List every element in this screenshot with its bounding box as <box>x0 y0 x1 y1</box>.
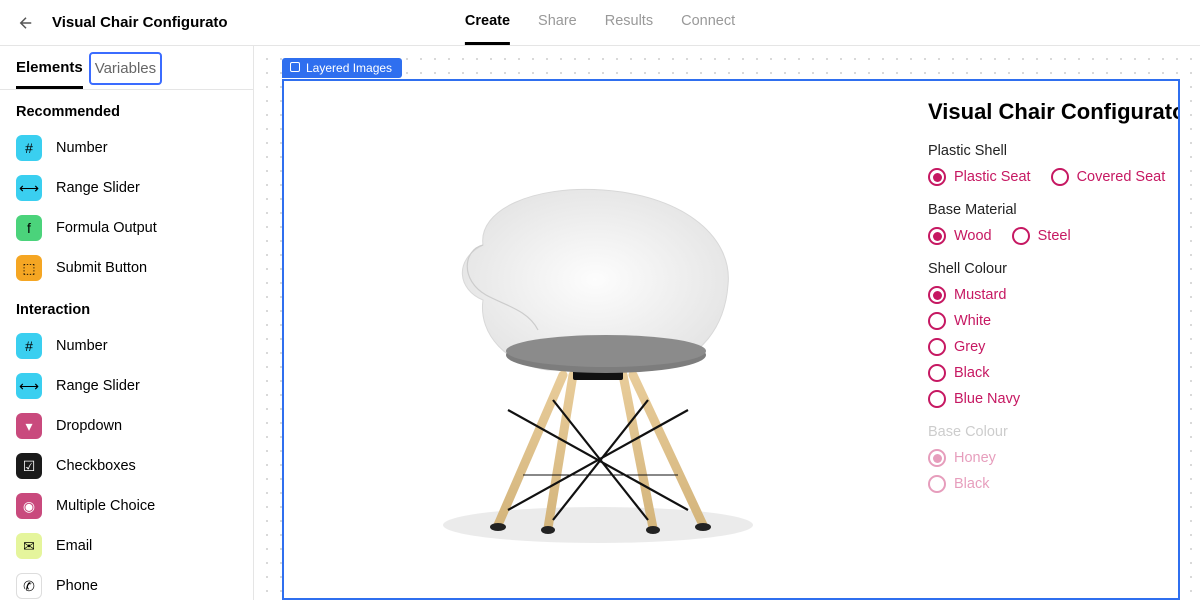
option-label: Wood <box>954 228 992 244</box>
option-group-base-colour: Base Colour Honey Black <box>928 424 1168 493</box>
option-label: Blue Navy <box>954 391 1020 407</box>
dropdown-icon: ▾ <box>16 413 42 439</box>
config-panel: Visual Chair Configurator Plastic ShellP… <box>912 81 1178 598</box>
option-mustard[interactable]: Mustard <box>928 286 1168 304</box>
option-white[interactable]: White <box>928 312 1168 330</box>
element-label: Checkboxes <box>56 458 136 474</box>
radio-icon <box>928 475 946 493</box>
option-group-base-material: Base Material Wood Steel <box>928 202 1168 245</box>
option-label: Steel <box>1038 228 1071 244</box>
range-slider-icon: ⟷ <box>16 373 42 399</box>
option-group-title: Base Colour <box>928 424 1168 440</box>
back-button[interactable] <box>12 9 40 37</box>
formula-output-icon: f <box>16 215 42 241</box>
option-label: Black <box>954 476 989 492</box>
nav-tab-results[interactable]: Results <box>605 0 653 45</box>
option-label: Covered Seat <box>1077 169 1166 185</box>
chair-image <box>388 130 808 550</box>
page-title-input[interactable] <box>52 14 252 31</box>
canvas-area[interactable]: Layered Images <box>254 46 1200 600</box>
number-icon: # <box>16 333 42 359</box>
checkboxes-icon: ☑ <box>16 453 42 479</box>
option-label: Honey <box>954 450 996 466</box>
option-wood[interactable]: Wood <box>928 227 992 245</box>
section-title: Interaction <box>0 288 253 326</box>
side-tab-elements[interactable]: Elements <box>16 59 83 89</box>
element-label: Multiple Choice <box>56 498 155 514</box>
element-item-number[interactable]: # Number <box>16 128 237 168</box>
element-label: Formula Output <box>56 220 157 236</box>
nav-tab-connect[interactable]: Connect <box>681 0 735 45</box>
radio-icon <box>928 286 946 304</box>
topbar: Create Share Results Connect <box>0 0 1200 46</box>
option-steel[interactable]: Steel <box>1012 227 1071 245</box>
radio-icon <box>928 449 946 467</box>
element-item-number[interactable]: # Number <box>16 326 237 366</box>
element-item-formula-output[interactable]: f Formula Output <box>16 208 237 248</box>
radio-icon <box>928 227 946 245</box>
side-tab-variables[interactable]: Variables <box>89 52 162 85</box>
element-item-submit-button[interactable]: ⬚ Submit Button <box>16 248 237 288</box>
radio-icon <box>1012 227 1030 245</box>
option-honey[interactable]: Honey <box>928 449 1168 467</box>
element-label: Submit Button <box>56 260 147 276</box>
option-plastic-seat[interactable]: Plastic Seat <box>928 168 1031 186</box>
nav-tab-share[interactable]: Share <box>538 0 577 45</box>
frame-label-text: Layered Images <box>306 61 392 75</box>
option-group-title: Base Material <box>928 202 1168 218</box>
option-group-plastic-shell: Plastic Shell Plastic Seat Covered Seat <box>928 143 1168 186</box>
element-label: Range Slider <box>56 378 140 394</box>
nav-tabs: Create Share Results Connect <box>465 0 735 45</box>
multiple-choice-icon: ◉ <box>16 493 42 519</box>
element-label: Email <box>56 538 92 554</box>
element-label: Number <box>56 338 108 354</box>
element-label: Phone <box>56 578 98 594</box>
option-label: White <box>954 313 991 329</box>
frame-label[interactable]: Layered Images <box>282 58 402 78</box>
option-label: Plastic Seat <box>954 169 1031 185</box>
option-black[interactable]: Black <box>928 364 1168 382</box>
option-covered-seat[interactable]: Covered Seat <box>1051 168 1166 186</box>
section-title: Recommended <box>0 90 253 128</box>
radio-icon <box>928 312 946 330</box>
option-group-shell-colour: Shell Colour Mustard White Grey Black Blue Na… <box>928 261 1168 408</box>
number-icon: # <box>16 135 42 161</box>
element-item-checkboxes[interactable]: ☑ Checkboxes <box>16 446 237 486</box>
radio-icon <box>1051 168 1069 186</box>
sidebar: ElementsVariables Recommended # Number ⟷ Ran… <box>0 46 254 600</box>
option-grey[interactable]: Grey <box>928 338 1168 356</box>
chair-viewport <box>284 81 912 598</box>
layers-icon <box>290 62 300 72</box>
radio-icon <box>928 364 946 382</box>
element-label: Number <box>56 140 108 156</box>
element-item-range-slider[interactable]: ⟷ Range Slider <box>16 366 237 406</box>
submit-button-icon: ⬚ <box>16 255 42 281</box>
nav-tab-create[interactable]: Create <box>465 0 510 45</box>
main: ElementsVariables Recommended # Number ⟷ Ran… <box>0 46 1200 600</box>
side-tabs: ElementsVariables <box>0 46 253 90</box>
radio-icon <box>928 168 946 186</box>
option-black[interactable]: Black <box>928 475 1168 493</box>
element-item-range-slider[interactable]: ⟷ Range Slider <box>16 168 237 208</box>
radio-icon <box>928 390 946 408</box>
phone-icon: ✆ <box>16 573 42 599</box>
element-item-phone[interactable]: ✆ Phone <box>16 566 237 600</box>
option-label: Grey <box>954 339 985 355</box>
element-item-multiple-choice[interactable]: ◉ Multiple Choice <box>16 486 237 526</box>
option-label: Mustard <box>954 287 1006 303</box>
option-group-title: Shell Colour <box>928 261 1168 277</box>
config-title: Visual Chair Configurator <box>928 99 1168 125</box>
element-item-dropdown[interactable]: ▾ Dropdown <box>16 406 237 446</box>
option-label: Black <box>954 365 989 381</box>
option-blue-navy[interactable]: Blue Navy <box>928 390 1168 408</box>
radio-icon <box>928 338 946 356</box>
arrow-left-icon <box>17 14 35 32</box>
email-icon: ✉ <box>16 533 42 559</box>
element-label: Range Slider <box>56 180 140 196</box>
canvas-frame[interactable]: Layered Images <box>282 79 1180 600</box>
range-slider-icon: ⟷ <box>16 175 42 201</box>
option-group-title: Plastic Shell <box>928 143 1168 159</box>
element-item-email[interactable]: ✉ Email <box>16 526 237 566</box>
element-label: Dropdown <box>56 418 122 434</box>
